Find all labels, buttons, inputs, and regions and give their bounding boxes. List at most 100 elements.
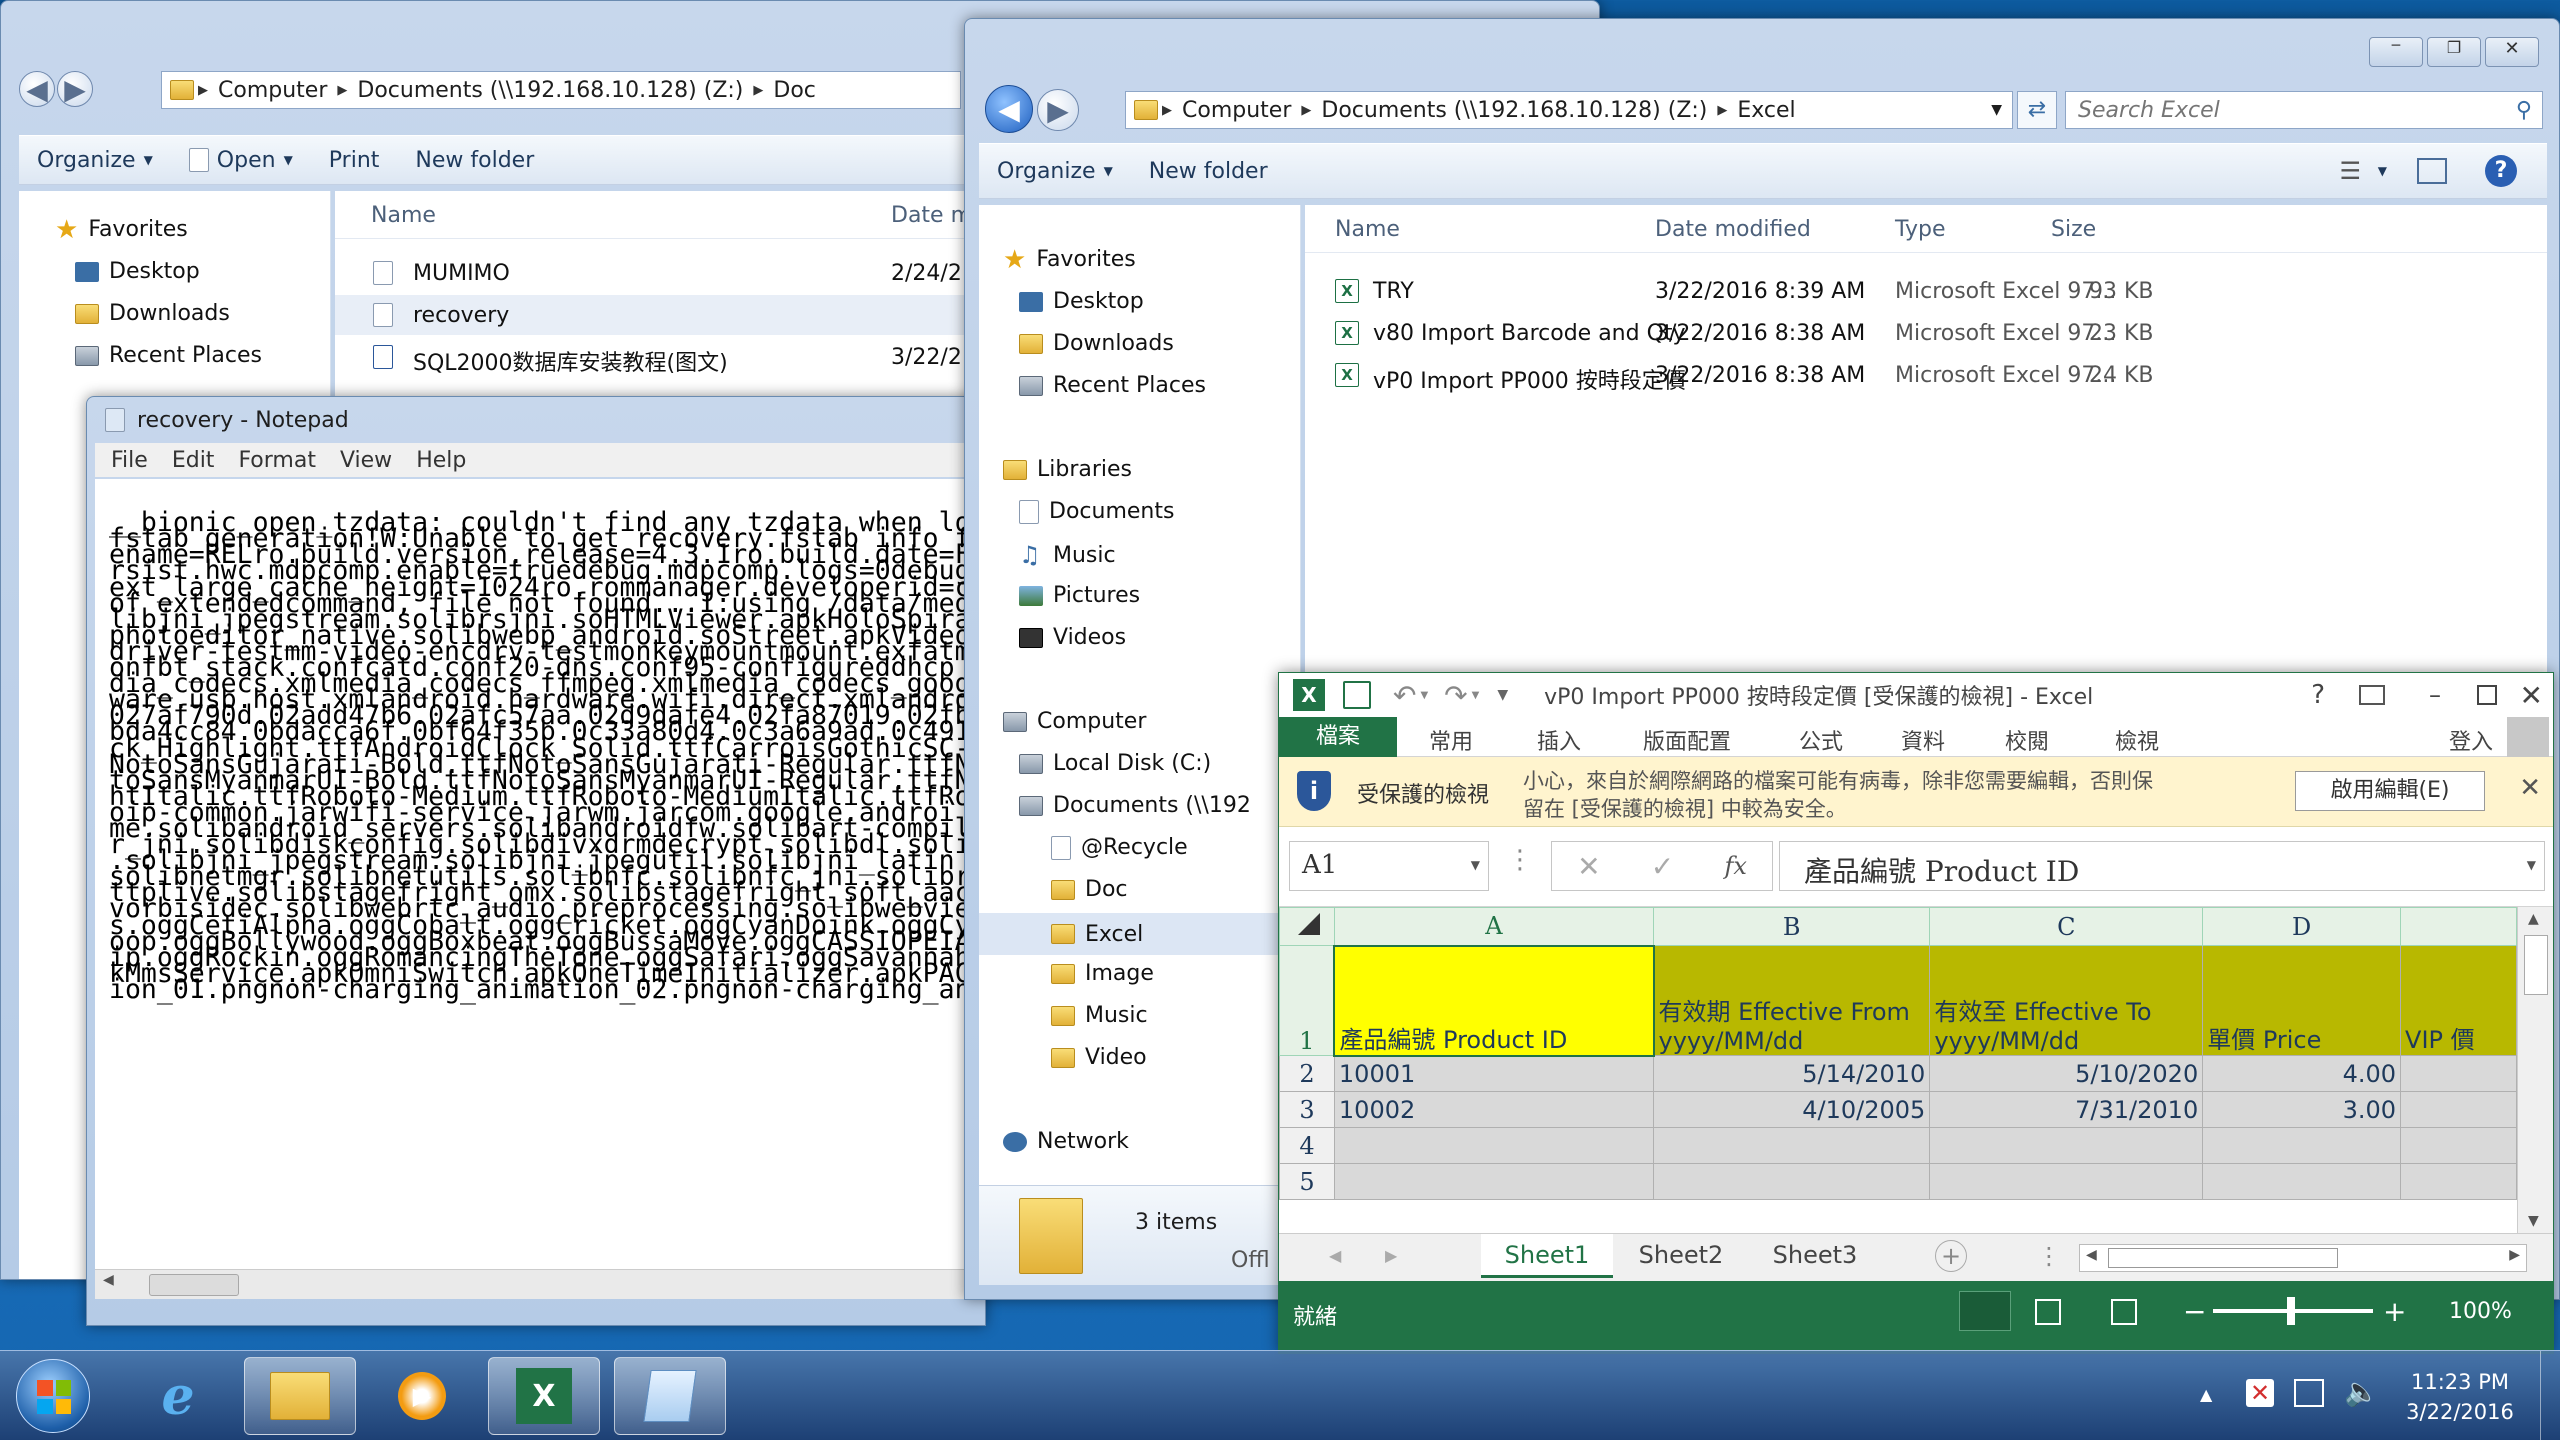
cell-d4[interactable]	[2202, 1127, 2402, 1164]
zoom-slider-thumb[interactable]	[2287, 1297, 2295, 1325]
cell-b4[interactable]	[1653, 1127, 1931, 1164]
nav-music-folder[interactable]: Music	[1051, 1003, 1148, 1028]
horizontal-scrollbar[interactable]: ◀	[95, 1269, 985, 1299]
address-dropdown-icon[interactable]: ▼	[1991, 102, 2002, 118]
taskbar-excel[interactable]: X	[488, 1357, 600, 1435]
breadcrumb-computer[interactable]: Computer	[218, 78, 327, 103]
select-all-corner[interactable]	[1279, 907, 1335, 946]
cancel-entry-icon[interactable]: ✕	[1577, 850, 1600, 883]
undo-dropdown-icon[interactable]: ▼	[1420, 690, 1428, 701]
cell-a4[interactable]	[1333, 1127, 1655, 1164]
cell-e5[interactable]	[2400, 1163, 2517, 1200]
show-desktop-button[interactable]	[2540, 1351, 2560, 1440]
insert-function-icon[interactable]: fx	[1724, 852, 1746, 880]
zoom-level[interactable]: 100%	[2449, 1299, 2512, 1324]
expand-formula-icon[interactable]: ▼	[2527, 858, 2536, 872]
print-button[interactable]: Print	[329, 148, 380, 173]
cell-e2[interactable]	[2400, 1055, 2517, 1092]
cell-b5[interactable]	[1653, 1163, 1931, 1200]
new-sheet-icon[interactable]: +	[1935, 1240, 1967, 1272]
cell-a1[interactable]: 產品編號 Product ID	[1333, 944, 1655, 1057]
zoom-out-button[interactable]: −	[2183, 1295, 2206, 1328]
column-header-e[interactable]	[2400, 907, 2517, 946]
tab-formulas[interactable]: 公式	[1799, 724, 1843, 756]
enable-editing-button[interactable]: 啟用編輯(E)	[2295, 771, 2485, 811]
cell-e3[interactable]	[2400, 1091, 2517, 1128]
taskbar-notepad[interactable]	[614, 1357, 726, 1435]
view-dropdown-icon[interactable]: ▼	[2378, 164, 2387, 178]
nav-image[interactable]: Image	[1051, 961, 1154, 986]
cell-a5[interactable]	[1333, 1163, 1655, 1200]
search-box[interactable]: ⚲	[2065, 91, 2543, 129]
file-row[interactable]: X TRY 3/22/2016 8:39 AM Microsoft Excel …	[1305, 271, 2547, 311]
menu-edit[interactable]: Edit	[172, 448, 215, 473]
column-name[interactable]: Name	[1335, 217, 1400, 242]
scroll-thumb[interactable]	[2108, 1248, 2338, 1268]
nav-videos[interactable]: Videos	[1019, 625, 1126, 650]
sheet-tab-sheet1[interactable]: Sheet1	[1481, 1234, 1613, 1278]
action-center-icon[interactable]: ✕	[2246, 1379, 2274, 1407]
nav-video-folder[interactable]: Video	[1051, 1045, 1147, 1070]
breadcrumb-documents[interactable]: Documents (\\192.168.10.128) (Z:)	[1321, 98, 1707, 123]
breadcrumb-doc[interactable]: Doc	[773, 78, 816, 103]
cell-c2[interactable]: 5/10/2020	[1929, 1055, 2204, 1092]
cell-a2[interactable]: 10001	[1333, 1055, 1655, 1092]
search-icon[interactable]: ⚲	[2516, 98, 2532, 123]
undo-icon[interactable]: ↶	[1393, 679, 1416, 712]
tab-page-layout[interactable]: 版面配置	[1643, 724, 1731, 756]
nav-favorites[interactable]: ★ Favorites	[55, 217, 188, 243]
cell-d3[interactable]: 3.00	[2202, 1091, 2402, 1128]
nav-desktop[interactable]: Desktop	[75, 259, 200, 284]
column-header-d[interactable]: D	[2202, 907, 2402, 946]
nav-desktop[interactable]: Desktop	[1019, 289, 1144, 314]
nav-documents[interactable]: Documents	[1019, 499, 1174, 524]
zoom-in-button[interactable]: +	[2383, 1295, 2406, 1328]
cell-e1[interactable]: VIP 價	[2400, 945, 2517, 1056]
back-button[interactable]: ◀	[985, 85, 1033, 133]
dismiss-icon[interactable]: ✕	[2519, 773, 2541, 803]
help-icon[interactable]: ?	[2485, 155, 2517, 187]
next-sheet-icon[interactable]: ▶	[1385, 1246, 1397, 1265]
column-header-a[interactable]: A	[1333, 907, 1655, 946]
close-icon[interactable]: ✕	[2520, 679, 2543, 712]
nav-downloads[interactable]: Downloads	[75, 301, 230, 326]
maximize-button[interactable]: ❐	[2427, 37, 2481, 67]
breadcrumb-computer[interactable]: Computer	[1182, 98, 1291, 123]
nav-doc[interactable]: Doc	[1051, 877, 1128, 902]
clock[interactable]: 11:23 PM 3/22/2016	[2400, 1367, 2520, 1427]
nav-libraries[interactable]: Libraries	[1003, 457, 1132, 482]
save-icon[interactable]	[1343, 681, 1371, 709]
nav-recent-places[interactable]: Recent Places	[75, 343, 262, 368]
horizontal-scrollbar[interactable]: ◀ ▶	[2079, 1244, 2527, 1272]
tab-data[interactable]: 資料	[1901, 724, 1945, 756]
vertical-scrollbar[interactable]: ▲ ▼	[2517, 907, 2553, 1233]
row-header-2[interactable]: 2	[1279, 1055, 1335, 1092]
column-header-b[interactable]: B	[1653, 907, 1931, 946]
cell-a3[interactable]: 10002	[1333, 1091, 1655, 1128]
breadcrumb-excel[interactable]: Excel	[1737, 98, 1795, 123]
column-date-modified[interactable]: Date modified	[1655, 217, 1811, 242]
close-button[interactable]: ✕	[2485, 37, 2539, 67]
row-header-3[interactable]: 3	[1279, 1091, 1335, 1128]
tab-review[interactable]: 校閱	[2005, 724, 2049, 756]
forward-button[interactable]: ▶	[57, 71, 93, 107]
organize-button[interactable]: Organize ▼	[997, 159, 1113, 184]
row-header-1[interactable]: 1	[1279, 945, 1335, 1056]
view-options-icon[interactable]: ☰	[2339, 157, 2361, 185]
new-folder-button[interactable]: New folder	[415, 148, 534, 173]
show-hidden-icons[interactable]: ▲	[2200, 1385, 2212, 1404]
sign-in-link[interactable]: 登入	[2449, 724, 2493, 756]
minimize-icon[interactable]: –	[2429, 681, 2441, 709]
taskbar-internet-explorer[interactable]: e	[122, 1357, 234, 1435]
nav-music[interactable]: ♫ Music	[1019, 541, 1116, 569]
address-bar[interactable]: ▶ Computer ▶ Documents (\\192.168.10.128) …	[161, 71, 961, 109]
zoom-slider[interactable]	[2213, 1297, 2373, 1325]
taskbar-media-player[interactable]: ▶	[366, 1357, 478, 1435]
column-name[interactable]: Name	[371, 203, 436, 228]
nav-recycle[interactable]: @Recycle	[1051, 835, 1188, 860]
redo-icon[interactable]: ↷	[1444, 679, 1467, 712]
file-row[interactable]: X v80 Import Barcode and Qty 3/22/2016 8…	[1305, 313, 2547, 353]
organize-button[interactable]: Organize ▼	[37, 148, 153, 173]
scroll-thumb[interactable]	[149, 1274, 239, 1296]
column-size[interactable]: Size	[2051, 217, 2096, 242]
